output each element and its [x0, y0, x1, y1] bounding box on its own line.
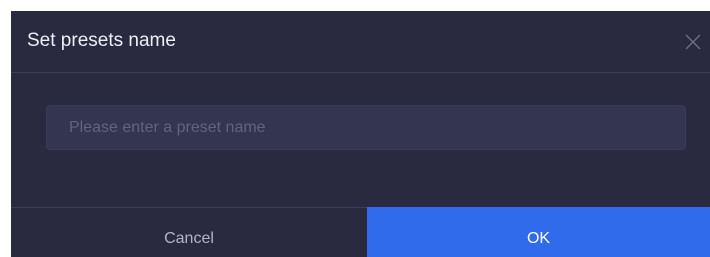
- close-icon[interactable]: [684, 33, 702, 51]
- dialog-title: Set presets name: [27, 30, 176, 51]
- ok-button[interactable]: OK: [367, 207, 710, 257]
- dialog-header: Set presets name: [11, 11, 710, 73]
- close-icon-glyph: [685, 34, 701, 50]
- dialog-footer: Cancel OK: [11, 207, 710, 257]
- set-preset-name-dialog: Set presets name Cancel OK: [11, 11, 710, 257]
- dialog-body: [11, 73, 710, 207]
- cancel-button[interactable]: Cancel: [11, 208, 367, 257]
- preset-name-input[interactable]: [46, 105, 686, 150]
